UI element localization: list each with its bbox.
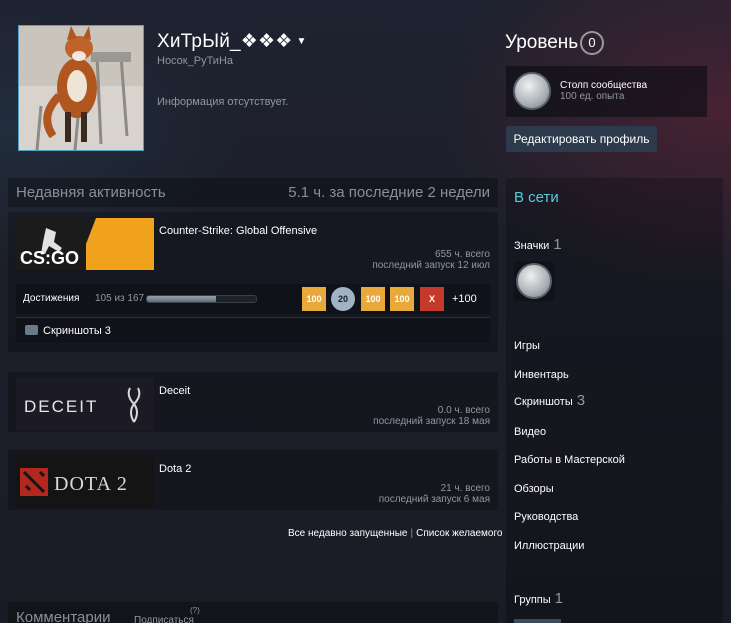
recent-links: Все недавно запущенные | Список желаемого (288, 528, 502, 539)
sidebar-item-videos[interactable]: Видео (514, 426, 546, 438)
camera-icon (25, 325, 38, 335)
deceit-logo-icon: DECEIT (16, 378, 154, 430)
sidebar-item-label: Работы в Мастерской (514, 454, 625, 466)
game-name[interactable]: Deceit (159, 385, 190, 397)
game-capsule-csgo[interactable]: CS:GO (16, 218, 154, 270)
achievements-progress-fill (147, 296, 216, 302)
achievements-more[interactable]: +100 (452, 293, 477, 305)
persona-name-text: ХиТрЫй_❖❖❖ (157, 31, 293, 52)
edit-profile-button[interactable]: Редактировать профиль (506, 126, 657, 152)
sidebar-item-badges[interactable]: Значки 1 (514, 236, 562, 253)
sidebar-item-label: Игры (514, 340, 540, 352)
csgo-logo-text: CS:GO (20, 248, 79, 268)
dota2-logo-icon: DOTA 2 (16, 456, 154, 508)
screenshots-label: Скриншоты 3 (43, 325, 111, 337)
subscribe-link[interactable]: Подписаться (134, 615, 194, 623)
sidebar-item-groups[interactable]: Группы 1 (514, 590, 563, 607)
sidebar-item-artwork[interactable]: Иллюстрации (514, 540, 584, 552)
sidebar-item-label: Значки (514, 240, 550, 252)
sidebar-item-count: 1 (553, 236, 562, 253)
game-csgo: CS:GO Counter-Strike: Global Offensive 6… (8, 212, 498, 352)
group-avatar[interactable] (514, 619, 561, 623)
profile-avatar[interactable] (18, 25, 144, 151)
favorite-badge[interactable]: Столп сообщества 100 ед. опыта (506, 66, 707, 117)
recent-activity-header: Недавняя активность 5.1 ч. за последние … (8, 178, 498, 207)
recent-hours-value: 5.1 (288, 184, 310, 201)
level-badge[interactable]: 0 (580, 31, 604, 55)
link-separator: | (410, 528, 414, 539)
sidebar-item-label: Видео (514, 426, 547, 438)
favorite-badge-name: Столп сообщества (560, 80, 648, 91)
achievements-progress-bar (146, 295, 257, 303)
badge-coin-icon (513, 72, 551, 110)
subscribe-help[interactable]: (?) (190, 606, 200, 615)
favorite-badge-xp: 100 ед. опыта (560, 91, 625, 102)
profile-summary: Информация отсутствует. (157, 96, 289, 108)
real-name: Носок_РуТиНа (157, 55, 234, 67)
game-last-played: последний запуск 12 июл (372, 260, 490, 271)
chevron-down-icon[interactable]: ▼ (297, 36, 307, 47)
sidebar-badge[interactable] (514, 261, 554, 301)
sidebar-item-reviews[interactable]: Обзоры (514, 483, 554, 495)
achievement-icon[interactable]: 100 (302, 287, 326, 311)
sidebar-item-count: 1 (554, 590, 563, 607)
game-dota2: DOTA 2 Dota 2 21 ч. всего последний запу… (8, 450, 498, 510)
achievement-icon[interactable]: 100 (390, 287, 414, 311)
sidebar-item-inventory[interactable]: Инвентарь (514, 369, 569, 381)
game-capsule-dota2[interactable]: DOTA 2 (16, 456, 154, 508)
sidebar-item-label: Группы (514, 594, 551, 606)
game-name[interactable]: Counter-Strike: Global Offensive (159, 225, 317, 237)
online-status: В сети (514, 189, 559, 206)
sidebar-item-label: Руководства (514, 511, 579, 523)
deceit-logo-text: DECEIT (24, 397, 98, 416)
wishlist-link[interactable]: Список желаемого (416, 528, 502, 539)
all-recent-link[interactable]: Все недавно запущенные (288, 528, 407, 539)
sidebar-item-guides[interactable]: Руководства (514, 511, 578, 523)
recent-hours-mid: ч. за последние (309, 184, 428, 201)
sidebar-item-label: Обзоры (514, 483, 554, 495)
achievements-count: 105 из 167 (95, 293, 145, 304)
game-capsule-deceit[interactable]: DECEIT (16, 378, 154, 430)
game-name[interactable]: Dota 2 (159, 463, 191, 475)
sidebar-item-label: Инвентарь (514, 369, 569, 381)
achievement-icon[interactable]: 100 (361, 287, 385, 311)
sidebar-item-count: 3 (576, 392, 586, 409)
profile-sidebar: В сети Значки 1 Игры Инвентарь Скриншоты 3… (506, 178, 723, 623)
dota2-logo-text: DOTA 2 (54, 473, 128, 495)
game-deceit: DECEIT Deceit 0.0 ч. всего последний зап… (8, 372, 498, 432)
recent-hours-weeks: 2 (427, 184, 436, 201)
sidebar-item-workshop[interactable]: Работы в Мастерской (514, 454, 625, 466)
achievements-label: Достижения (23, 293, 80, 304)
game-hours-total: 21 ч. всего (440, 483, 490, 494)
recent-activity-hours: 5.1 ч. за последние 2 недели (288, 184, 490, 201)
persona-name[interactable]: ХиТрЫй_❖❖❖ ▼ (157, 30, 307, 53)
achievement-icon[interactable]: X (420, 287, 444, 311)
level-label: Уровень (505, 32, 579, 53)
sidebar-item-label: Иллюстрации (514, 540, 585, 552)
avatar-image (19, 26, 143, 150)
recent-hours-suffix: недели (435, 184, 490, 201)
sidebar-item-screenshots[interactable]: Скриншоты 3 (514, 392, 585, 409)
game-last-played: последний запуск 6 мая (378, 494, 490, 505)
sidebar-item-label: Скриншоты (514, 396, 573, 408)
achievements-row[interactable]: Достижения 105 из 167 100 20 100 100 X +… (16, 284, 490, 314)
sidebar-item-games[interactable]: Игры (514, 340, 540, 352)
recent-activity-title: Недавняя активность (16, 184, 166, 201)
comments-title: Комментарии (16, 609, 111, 623)
screenshots-row[interactable]: Скриншоты 3 (16, 317, 490, 343)
game-last-played: последний запуск 18 мая (373, 416, 490, 427)
comments-header: Комментарии Подписаться (?) (8, 602, 498, 623)
csgo-logo-icon: CS:GO (16, 218, 154, 270)
badge-coin-icon (516, 263, 552, 299)
achievement-icon[interactable]: 20 (331, 287, 355, 311)
game-hours-total: 0.0 ч. всего (437, 405, 490, 416)
game-hours-total: 655 ч. всего (435, 249, 490, 260)
